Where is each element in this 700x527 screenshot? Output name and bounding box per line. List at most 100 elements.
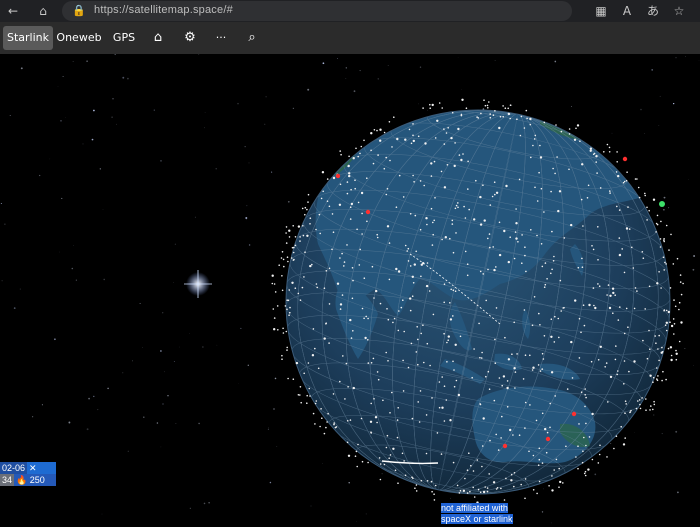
satellite-dot[interactable] — [619, 253, 621, 256]
satellite-dot[interactable] — [590, 360, 593, 363]
satellite-dot[interactable] — [539, 144, 541, 147]
satellite-dot[interactable] — [385, 446, 388, 449]
satellite-dot[interactable] — [357, 155, 360, 158]
satellite-dot[interactable] — [663, 269, 665, 271]
satellite-dot[interactable] — [289, 311, 291, 314]
satellite-dot[interactable] — [529, 117, 532, 121]
satellite-dot[interactable] — [452, 360, 454, 363]
satellite-dot[interactable] — [446, 164, 449, 166]
satellite-dot[interactable] — [626, 171, 628, 173]
satellite-dot[interactable] — [443, 283, 446, 285]
satellite-dot[interactable] — [672, 318, 675, 320]
satellite-dot[interactable] — [458, 492, 461, 494]
satellite-dot[interactable] — [429, 103, 431, 106]
satellite-dot[interactable] — [402, 299, 404, 301]
satellite-dot[interactable] — [578, 357, 581, 359]
satellite-dot[interactable] — [573, 138, 577, 141]
satellite-dot[interactable] — [402, 196, 405, 198]
satellite-dot[interactable] — [348, 172, 351, 175]
satellite-dot[interactable] — [392, 321, 394, 324]
satellite-dot[interactable] — [311, 354, 315, 357]
satellite-dot[interactable] — [423, 361, 425, 364]
satellite-dot[interactable] — [631, 246, 633, 249]
satellite-dot[interactable] — [617, 319, 620, 321]
satellite-dot[interactable] — [628, 370, 630, 373]
satellite-dot[interactable] — [675, 349, 677, 352]
satellite-dot[interactable] — [415, 490, 418, 492]
satellite-dot[interactable] — [378, 457, 381, 459]
satellite-dot[interactable] — [637, 400, 639, 402]
satellite-dot[interactable] — [328, 267, 331, 270]
satellite-dot[interactable] — [286, 349, 288, 351]
satellite-dot[interactable] — [551, 475, 553, 477]
satellite-dot[interactable] — [617, 174, 620, 178]
satellite-dot[interactable] — [553, 341, 556, 343]
satellite-dot[interactable] — [485, 299, 488, 302]
satellite-dot[interactable] — [274, 291, 277, 293]
satellite-dot[interactable] — [673, 299, 675, 301]
satellite-dot[interactable] — [278, 264, 281, 266]
satellite-dot[interactable] — [401, 452, 404, 455]
satellite-dot[interactable] — [453, 385, 456, 388]
satellite-dot[interactable] — [577, 467, 579, 470]
satellite-dot[interactable] — [493, 181, 496, 183]
satellite-dot[interactable] — [482, 184, 484, 186]
satellite-dot[interactable] — [513, 485, 515, 488]
satellite-dot[interactable] — [528, 450, 530, 453]
satellite-dot[interactable] — [669, 346, 673, 349]
satellite-dot[interactable] — [648, 285, 651, 288]
satellite-dot[interactable] — [356, 228, 358, 231]
home-icon[interactable]: ⌂ — [34, 2, 52, 20]
satellite-dot[interactable] — [652, 408, 654, 411]
satellite-dot[interactable] — [282, 332, 285, 334]
satellite-dot[interactable] — [389, 159, 391, 162]
satellite-dot[interactable] — [678, 301, 681, 304]
ground-station-marker[interactable] — [659, 201, 665, 207]
satellite-dot[interactable] — [653, 400, 655, 403]
satellite-dot[interactable] — [563, 306, 565, 309]
satellite-dot[interactable] — [299, 394, 301, 396]
satellite-dot[interactable] — [328, 205, 331, 208]
satellite-dot[interactable] — [676, 257, 679, 260]
satellite-dot[interactable] — [299, 386, 302, 388]
satellite-dot[interactable] — [484, 486, 487, 488]
satellite-dot[interactable] — [615, 171, 618, 173]
satellite-dot[interactable] — [292, 225, 295, 227]
satellite-dot[interactable] — [271, 274, 274, 277]
satellite-dot[interactable] — [486, 490, 489, 493]
satellite-dot[interactable] — [473, 218, 476, 221]
satellite-dot[interactable] — [328, 303, 331, 305]
satellite-dot[interactable] — [406, 250, 409, 252]
satellite-dot[interactable] — [429, 364, 431, 367]
satellite-dot[interactable] — [614, 358, 617, 361]
satellite-dot[interactable] — [543, 286, 546, 288]
satellite-dot[interactable] — [670, 354, 673, 357]
satellite-dot[interactable] — [480, 357, 483, 359]
satellite-dot[interactable] — [544, 262, 547, 264]
satellite-dot[interactable] — [479, 223, 483, 226]
satellite-dot[interactable] — [495, 433, 498, 436]
satellite-dot[interactable] — [497, 449, 500, 451]
satellite-dot[interactable] — [292, 378, 295, 381]
satellite-dot[interactable] — [286, 346, 289, 349]
satellite-dot[interactable] — [588, 303, 591, 307]
satellite-dot[interactable] — [286, 308, 288, 311]
satellite-dot[interactable] — [513, 472, 516, 474]
satellite-dot[interactable] — [348, 174, 351, 178]
satellite-dot[interactable] — [372, 357, 375, 360]
satellite-dot[interactable] — [538, 458, 541, 461]
satellite-dot[interactable] — [538, 480, 541, 483]
satellite-dot[interactable] — [625, 403, 627, 405]
satellite-dot[interactable] — [505, 477, 507, 480]
satellite-dot[interactable] — [371, 265, 374, 268]
satellite-dot[interactable] — [291, 281, 294, 284]
satellite-dot[interactable] — [609, 294, 612, 297]
satellite-dot[interactable] — [425, 452, 428, 455]
satellite-dot[interactable] — [592, 153, 595, 156]
satellite-dot[interactable] — [659, 238, 662, 240]
satellite-dot[interactable] — [532, 489, 535, 491]
satellite-dot[interactable] — [370, 432, 373, 434]
satellite-dot[interactable] — [417, 401, 420, 403]
satellite-dot[interactable] — [597, 359, 600, 361]
satellite-dot[interactable] — [513, 367, 516, 370]
